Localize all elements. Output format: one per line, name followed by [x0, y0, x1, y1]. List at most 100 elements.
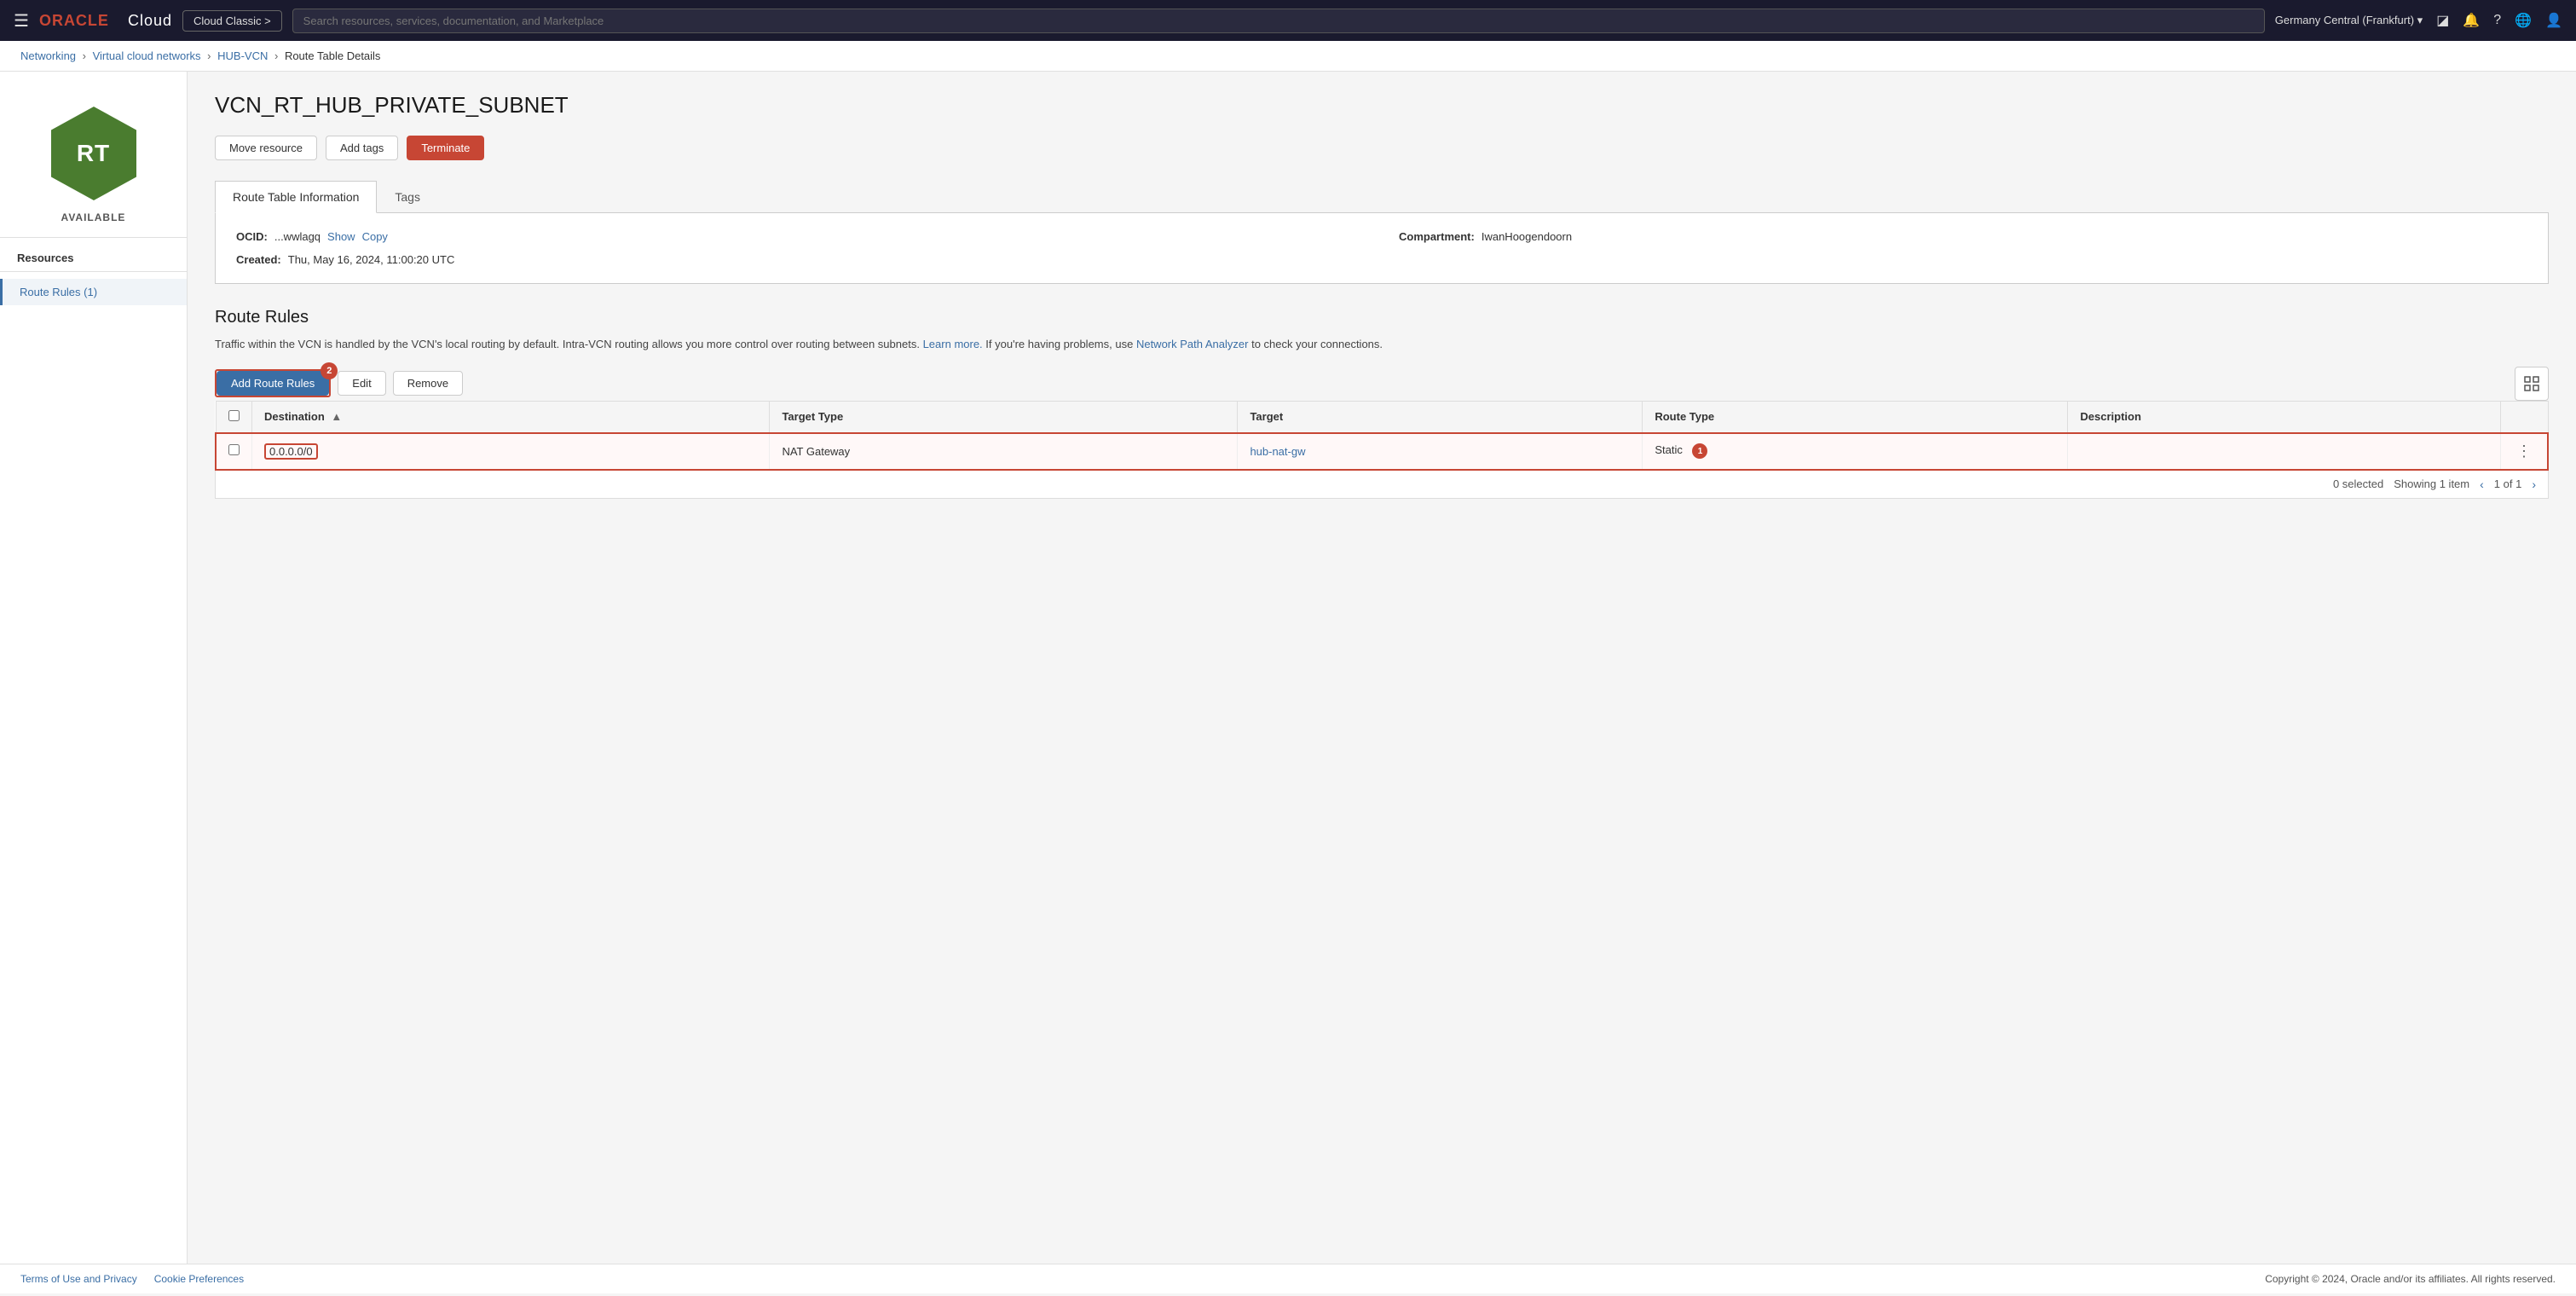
remove-button[interactable]: Remove — [393, 371, 463, 396]
header-destination: Destination ▲ — [252, 401, 770, 433]
created-value: Thu, May 16, 2024, 11:00:20 UTC — [288, 253, 455, 266]
row-badge: 1 — [1692, 443, 1707, 459]
main-layout: RT AVAILABLE Resources Route Rules (1) V… — [0, 72, 2576, 1264]
header-checkbox-col — [216, 401, 252, 433]
target-link[interactable]: hub-nat-gw — [1250, 445, 1305, 458]
add-route-rules-button[interactable]: Add Route Rules — [217, 371, 329, 396]
compartment-value: IwanHoogendoorn — [1481, 230, 1572, 243]
info-grid: OCID: ...wwlagq Show Copy Compartment: I… — [236, 230, 2527, 266]
table-row: 0.0.0.0/0 NAT Gateway hub-nat-gw Static … — [216, 433, 2548, 470]
ocid-row: OCID: ...wwlagq Show Copy — [236, 230, 1365, 243]
breadcrumb-vcn-list[interactable]: Virtual cloud networks — [93, 49, 201, 62]
add-route-rules-highlight: Add Route Rules 2 — [215, 369, 331, 397]
sidebar-item-route-rules[interactable]: Route Rules (1) — [0, 279, 187, 305]
breadcrumb-hub-vcn[interactable]: HUB-VCN — [217, 49, 268, 62]
terminate-button[interactable]: Terminate — [407, 136, 484, 160]
cookies-link[interactable]: Cookie Preferences — [154, 1273, 244, 1285]
created-label: Created: — [236, 253, 281, 266]
route-table: Destination ▲ Target Type Target Route T… — [215, 401, 2549, 471]
header-target: Target — [1238, 401, 1643, 433]
table-header: Destination ▲ Target Type Target Route T… — [216, 401, 2548, 433]
move-resource-button[interactable]: Move resource — [215, 136, 317, 160]
cloud-classic-button[interactable]: Cloud Classic > — [182, 10, 282, 32]
next-page-button[interactable]: › — [2532, 477, 2536, 491]
tab-route-table-info[interactable]: Route Table Information — [215, 181, 377, 213]
breadcrumb: Networking › Virtual cloud networks › HU… — [0, 41, 2576, 72]
hex-initials: RT — [77, 140, 110, 167]
page-title: VCN_RT_HUB_PRIVATE_SUBNET — [215, 92, 2549, 119]
row-checkbox[interactable] — [228, 444, 240, 455]
resource-icon-container: RT AVAILABLE — [0, 89, 187, 237]
grid-view-button[interactable] — [2515, 367, 2549, 401]
bell-icon[interactable]: 🔔 — [2463, 12, 2480, 29]
compartment-label: Compartment: — [1399, 230, 1475, 243]
breadcrumb-sep-3: › — [274, 49, 281, 62]
table-footer: 0 selected Showing 1 item ‹ 1 of 1 › — [215, 471, 2549, 499]
row-actions-cell: ⋮ — [2501, 433, 2549, 470]
status-label: AVAILABLE — [61, 211, 126, 223]
add-route-rules-badge: 2 — [321, 362, 338, 379]
tabs-container: Route Table Information Tags — [215, 181, 2549, 213]
search-input[interactable] — [292, 9, 2265, 33]
oracle-text: ORACLE — [39, 12, 109, 30]
globe-icon[interactable]: 🌐 — [2515, 12, 2532, 29]
grid-view-button-container — [2515, 367, 2549, 401]
copyright-text: Copyright © 2024, Oracle and/or its affi… — [2265, 1273, 2556, 1285]
row-route-type-cell: Static 1 — [1643, 433, 2068, 470]
row-destination-cell: 0.0.0.0/0 — [252, 433, 770, 470]
ocid-value: ...wwlagq — [274, 230, 321, 243]
header-target-type: Target Type — [770, 401, 1238, 433]
row-description-cell — [2068, 433, 2501, 470]
learn-more-link[interactable]: Learn more. — [923, 338, 983, 350]
breadcrumb-sep-1: › — [83, 49, 90, 62]
console-icon[interactable]: ◪ — [2436, 12, 2449, 29]
network-path-analyzer-link[interactable]: Network Path Analyzer — [1136, 338, 1249, 350]
hex-icon: RT — [43, 102, 145, 205]
compartment-row: Compartment: IwanHoogendoorn — [1399, 230, 2527, 243]
user-icon[interactable]: 👤 — [2545, 12, 2562, 29]
footer-links: Terms of Use and Privacy Cookie Preferen… — [20, 1273, 244, 1285]
sidebar-divider — [0, 271, 187, 272]
grid-icon — [2524, 376, 2539, 391]
row-actions-button[interactable]: ⋮ — [2513, 443, 2535, 460]
showing-count: Showing 1 item — [2394, 477, 2469, 490]
top-navigation: ☰ ORACLE Cloud Cloud Classic > Germany C… — [0, 0, 2576, 41]
add-tags-button[interactable]: Add tags — [326, 136, 398, 160]
edit-button[interactable]: Edit — [338, 371, 385, 396]
created-row: Created: Thu, May 16, 2024, 11:00:20 UTC — [236, 253, 1365, 266]
row-target-type-cell: NAT Gateway — [770, 433, 1238, 470]
breadcrumb-networking[interactable]: Networking — [20, 49, 76, 62]
info-panel: OCID: ...wwlagq Show Copy Compartment: I… — [215, 213, 2549, 284]
sidebar-resources-title: Resources — [0, 237, 187, 271]
sort-arrow-destination[interactable]: ▲ — [331, 410, 342, 423]
row-target-cell: hub-nat-gw — [1238, 433, 1643, 470]
page-info: 1 of 1 — [2494, 477, 2522, 490]
select-all-checkbox[interactable] — [228, 410, 240, 421]
ocid-show-link[interactable]: Show — [327, 230, 355, 243]
prev-page-button[interactable]: ‹ — [2480, 477, 2484, 491]
route-table-wrapper: Destination ▲ Target Type Target Route T… — [215, 401, 2549, 499]
destination-highlight: 0.0.0.0/0 — [264, 443, 318, 460]
terms-link[interactable]: Terms of Use and Privacy — [20, 1273, 137, 1285]
ocid-copy-link[interactable]: Copy — [362, 230, 388, 243]
oracle-logo: ORACLE Cloud — [39, 12, 172, 30]
left-sidebar: RT AVAILABLE Resources Route Rules (1) — [0, 72, 188, 1264]
route-rules-title: Route Rules — [215, 308, 2549, 327]
help-icon[interactable]: ? — [2493, 13, 2501, 28]
header-description: Description — [2068, 401, 2501, 433]
hamburger-menu[interactable]: ☰ — [14, 10, 29, 32]
breadcrumb-current: Route Table Details — [285, 49, 381, 62]
route-rules-description: Traffic within the VCN is handled by the… — [215, 336, 2549, 353]
action-buttons: Move resource Add tags Terminate — [215, 136, 2549, 160]
tab-tags[interactable]: Tags — [377, 181, 438, 213]
header-route-type: Route Type — [1643, 401, 2068, 433]
table-body: 0.0.0.0/0 NAT Gateway hub-nat-gw Static … — [216, 433, 2548, 470]
topnav-right: Germany Central (Frankfurt) ▾ ◪ 🔔 ? 🌐 👤 — [2275, 12, 2562, 29]
content-area: VCN_RT_HUB_PRIVATE_SUBNET Move resource … — [188, 72, 2576, 1264]
region-selector[interactable]: Germany Central (Frankfurt) ▾ — [2275, 14, 2423, 27]
page-footer: Terms of Use and Privacy Cookie Preferen… — [0, 1264, 2576, 1293]
row-checkbox-cell — [216, 433, 252, 470]
breadcrumb-sep-2: › — [207, 49, 214, 62]
ocid-label: OCID: — [236, 230, 268, 243]
selected-count: 0 selected — [2333, 477, 2383, 490]
